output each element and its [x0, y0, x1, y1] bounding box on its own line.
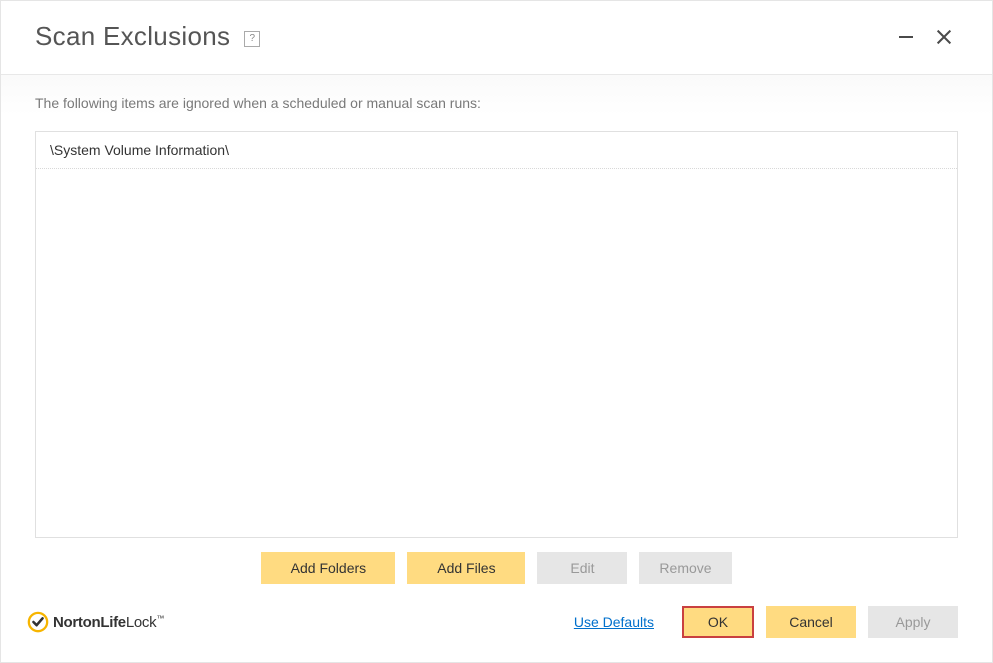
norton-logo: NortonLifeLock™ — [27, 611, 164, 633]
logo-text: NortonLifeLock™ — [53, 614, 164, 631]
description-text: The following items are ignored when a s… — [35, 95, 958, 111]
use-defaults-link[interactable]: Use Defaults — [574, 614, 654, 630]
list-item[interactable]: \System Volume Information\ — [36, 132, 957, 169]
window-header: Scan Exclusions ? — [1, 1, 992, 75]
cancel-button[interactable]: Cancel — [766, 606, 856, 638]
help-icon[interactable]: ? — [244, 31, 260, 47]
remove-button: Remove — [639, 552, 731, 584]
apply-button: Apply — [868, 606, 958, 638]
footer-actions: Use Defaults OK Cancel Apply — [574, 606, 958, 638]
scan-exclusions-window: Scan Exclusions ? The following items ar… — [0, 0, 993, 663]
minimize-icon[interactable] — [898, 29, 914, 45]
window-title: Scan Exclusions — [35, 21, 230, 52]
add-folders-button[interactable]: Add Folders — [261, 552, 395, 584]
logo-life: Life — [100, 614, 125, 631]
exclusion-list[interactable]: \System Volume Information\ — [35, 131, 958, 538]
trademark-icon: ™ — [156, 614, 164, 623]
logo-lock: Lock — [126, 614, 157, 631]
add-files-button[interactable]: Add Files — [407, 552, 525, 584]
checkmark-shield-icon — [27, 611, 49, 633]
close-icon[interactable] — [936, 29, 952, 45]
window-footer: NortonLifeLock™ Use Defaults OK Cancel A… — [1, 598, 992, 662]
edit-button: Edit — [537, 552, 627, 584]
action-buttons-row: Add Folders Add Files Edit Remove — [35, 538, 958, 598]
content-area: The following items are ignored when a s… — [1, 75, 992, 598]
footer-buttons: OK Cancel Apply — [682, 606, 958, 638]
window-controls — [898, 29, 972, 45]
ok-button[interactable]: OK — [682, 606, 754, 638]
logo-norton: Norton — [53, 614, 100, 631]
